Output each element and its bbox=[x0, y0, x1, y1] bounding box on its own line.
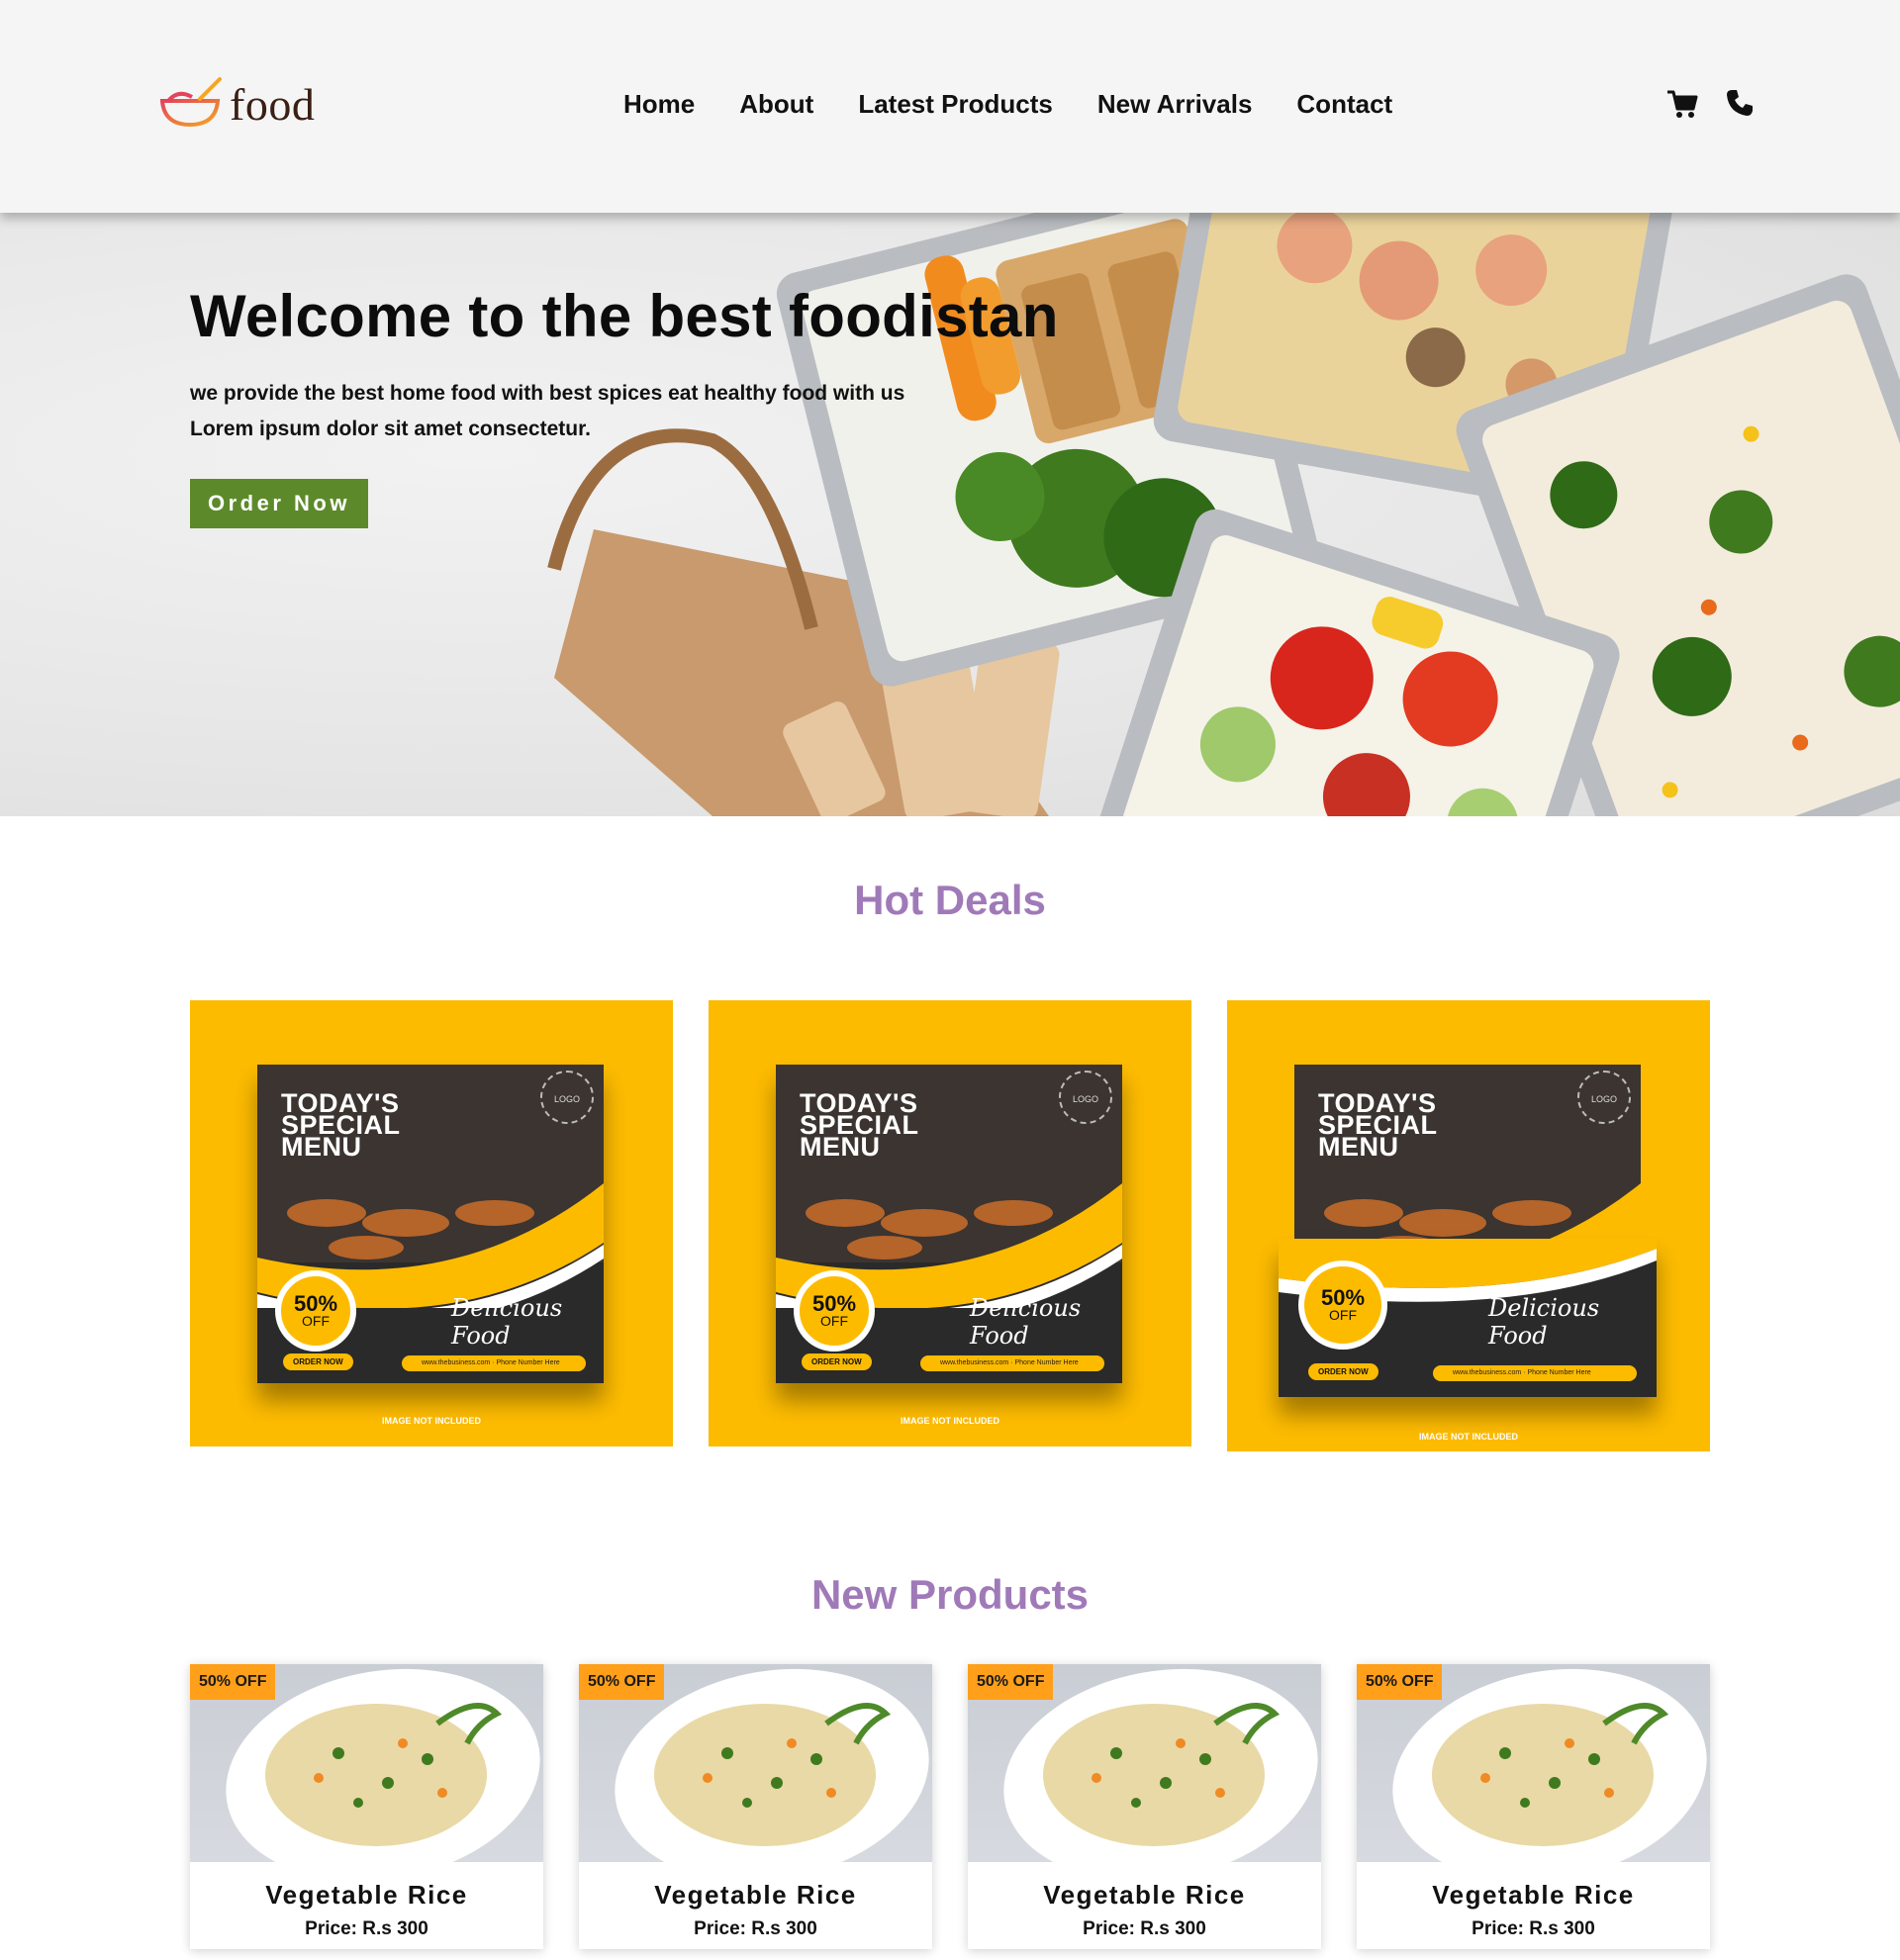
deal-headline: TODAY'S SPECIAL MENU bbox=[281, 1088, 401, 1162]
deal-phone: Phone Number Here bbox=[1014, 1359, 1079, 1366]
nav-contact[interactable]: Contact bbox=[1296, 89, 1392, 120]
deal-contact: www.thebusiness.com · Phone Number Here bbox=[920, 1355, 1104, 1371]
deal-order-button: ORDER NOW bbox=[802, 1353, 872, 1370]
order-now-button[interactable]: Order Now bbox=[190, 479, 368, 528]
deal-website: www.thebusiness.com bbox=[940, 1359, 1009, 1366]
deal-phone: Phone Number Here bbox=[1527, 1369, 1591, 1376]
nav-new-arrivals[interactable]: New Arrivals bbox=[1097, 89, 1253, 120]
product-price: Price: R.s 300 bbox=[305, 1918, 428, 1939]
deal-card[interactable]: TODAY'S SPECIAL MENU LOGO 50% OFF Delici… bbox=[709, 1000, 1191, 1447]
deal-logo: LOGO bbox=[1059, 1071, 1112, 1124]
deal-order-button: ORDER NOW bbox=[1308, 1363, 1378, 1380]
discount-badge: 50% OFF bbox=[1298, 1260, 1387, 1350]
deal-poster: TODAY'S SPECIAL MENU LOGO 50% OFF Delici… bbox=[257, 1065, 604, 1383]
product-card[interactable]: 50% OFF Vegetable Rice Price: R.s 300 bbox=[968, 1664, 1321, 1949]
site-header: food Home About Latest Products New Arri… bbox=[0, 0, 1900, 213]
discount-suffix: OFF bbox=[302, 1313, 330, 1329]
main-nav: Home About Latest Products New Arrivals … bbox=[623, 89, 1392, 120]
deal-website: www.thebusiness.com bbox=[1453, 1369, 1522, 1376]
deal-footnote: IMAGE NOT INCLUDED bbox=[1419, 1432, 1518, 1442]
product-price: Price: R.s 300 bbox=[1083, 1918, 1206, 1939]
product-price: Price: R.s 300 bbox=[694, 1918, 817, 1939]
discount-suffix: OFF bbox=[820, 1313, 848, 1329]
hero-subtitle-line1: we provide the best home food with best … bbox=[190, 382, 905, 405]
discount-value: 50% bbox=[1320, 1285, 1366, 1310]
header-actions bbox=[1666, 89, 1754, 124]
nav-about[interactable]: About bbox=[739, 89, 813, 120]
deal-footnote: IMAGE NOT INCLUDED bbox=[382, 1416, 481, 1426]
brand-name: food bbox=[230, 79, 316, 130]
new-products-title: New Products bbox=[810, 1571, 1090, 1618]
discount-badge: 50% OFF bbox=[794, 1270, 875, 1352]
deal-headline: TODAY'S SPECIAL MENU bbox=[800, 1088, 919, 1162]
hero-subtitle: we provide the best home food with best … bbox=[190, 376, 942, 447]
product-name: Vegetable Rice bbox=[1043, 1880, 1246, 1910]
product-card[interactable]: 50% OFF Vegetable Rice Price: R.s 300 bbox=[1357, 1664, 1710, 1949]
discount-value: 50% bbox=[811, 1291, 857, 1316]
product-card[interactable]: 50% OFF Vegetable Rice Price: R.s 300 bbox=[190, 1664, 543, 1949]
hero-banner: Welcome to the best foodistan we provide… bbox=[0, 213, 1900, 816]
discount-badge: 50% OFF bbox=[275, 1270, 356, 1352]
bowl-logo-icon bbox=[158, 75, 222, 134]
nav-home[interactable]: Home bbox=[623, 89, 695, 120]
deal-card[interactable]: TODAY'S SPECIAL MENU LOGO 50% OFF Delici… bbox=[1227, 1000, 1710, 1451]
hero-content: Welcome to the best foodistan we provide… bbox=[190, 282, 1059, 528]
deal-poster: TODAY'S SPECIAL MENU LOGO 50% OFF Delici… bbox=[776, 1065, 1122, 1383]
deal-logo: LOGO bbox=[1577, 1071, 1631, 1124]
discount-badge: 50% OFF bbox=[579, 1664, 665, 1700]
hot-deals-title: Hot Deals bbox=[854, 877, 1046, 923]
phone-icon[interactable] bbox=[1726, 89, 1754, 124]
deal-contact: www.thebusiness.com · Phone Number Here bbox=[1433, 1365, 1637, 1381]
discount-badge: 50% OFF bbox=[1357, 1664, 1443, 1700]
deal-headline: TODAY'S SPECIAL MENU bbox=[1318, 1088, 1438, 1162]
deal-script-title: Delicious Food bbox=[1488, 1294, 1600, 1350]
nav-latest-products[interactable]: Latest Products bbox=[858, 89, 1053, 120]
deal-logo: LOGO bbox=[540, 1071, 594, 1124]
deal-contact: www.thebusiness.com · Phone Number Here bbox=[402, 1355, 586, 1371]
product-name: Vegetable Rice bbox=[1432, 1880, 1635, 1910]
product-name: Vegetable Rice bbox=[654, 1880, 857, 1910]
deal-poster-bottom: 50% OFF Delicious Food ORDER NOW www.the… bbox=[1279, 1239, 1657, 1397]
brand-logo[interactable]: food bbox=[158, 75, 315, 134]
discount-badge: 50% OFF bbox=[190, 1664, 276, 1700]
deal-script-title: Delicious Food bbox=[970, 1294, 1082, 1350]
deal-script-title: Delicious Food bbox=[451, 1294, 563, 1350]
deal-card[interactable]: TODAY'S SPECIAL MENU LOGO 50% OFF Delici… bbox=[190, 1000, 673, 1447]
deal-footnote: IMAGE NOT INCLUDED bbox=[901, 1416, 999, 1426]
discount-suffix: OFF bbox=[1329, 1307, 1357, 1323]
cart-icon[interactable] bbox=[1666, 89, 1698, 124]
discount-value: 50% bbox=[293, 1291, 338, 1316]
hero-subtitle-line2: Lorem ipsum dolor sit amet consectetur. bbox=[190, 418, 591, 440]
deal-order-button: ORDER NOW bbox=[283, 1353, 353, 1370]
product-name: Vegetable Rice bbox=[265, 1880, 468, 1910]
discount-badge: 50% OFF bbox=[968, 1664, 1054, 1700]
deal-phone: Phone Number Here bbox=[496, 1359, 560, 1366]
deal-website: www.thebusiness.com bbox=[422, 1359, 491, 1366]
product-card[interactable]: 50% OFF Vegetable Rice Price: R.s 300 bbox=[579, 1664, 932, 1949]
product-price: Price: R.s 300 bbox=[1472, 1918, 1595, 1939]
hero-title: Welcome to the best foodistan bbox=[190, 283, 1059, 349]
